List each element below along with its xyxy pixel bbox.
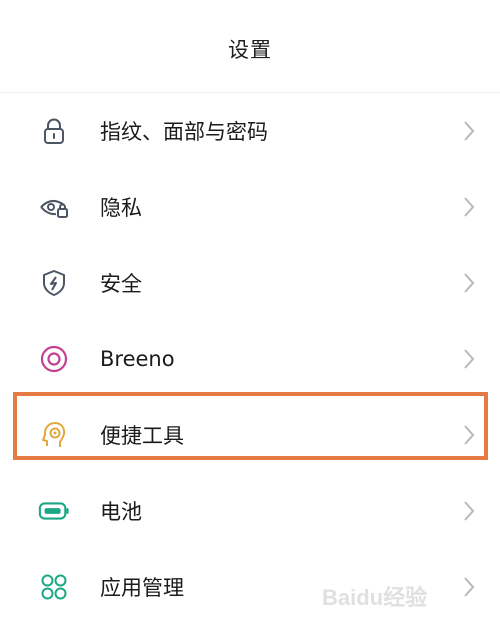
page-title: 设置 — [228, 38, 272, 62]
settings-item-safety[interactable]: 安全 — [0, 245, 500, 321]
svg-text:Baidu经验: Baidu经验 — [322, 585, 427, 610]
chevron-right-icon — [462, 271, 476, 295]
privacy-eye-icon — [38, 191, 70, 223]
lock-icon — [38, 115, 70, 147]
settings-item-label: 安全 — [100, 272, 142, 296]
breeno-icon — [38, 343, 70, 375]
chevron-right-icon — [462, 423, 476, 447]
apps-grid-icon — [38, 571, 70, 603]
settings-item-privacy[interactable]: 隐私 — [0, 169, 500, 245]
settings-item-label: 指纹、面部与密码 — [100, 120, 268, 144]
baidu-watermark-logo: Baidu经验 — [322, 585, 427, 610]
settings-screen: 设置 指纹、面部与密码 隐私 安全 Breeno 便捷工具 电池 应用管理 Ba… — [0, 0, 500, 614]
settings-item-label: 隐私 — [100, 196, 142, 220]
head-icon — [38, 419, 70, 451]
chevron-right-icon — [462, 119, 476, 143]
chevron-right-icon — [462, 347, 476, 371]
shield-icon — [38, 267, 70, 299]
settings-item-label: Breeno — [100, 347, 175, 371]
settings-item-security-password[interactable]: 指纹、面部与密码 — [0, 93, 500, 169]
settings-item-label: 电池 — [100, 500, 142, 524]
settings-item-battery[interactable]: 电池 — [0, 473, 500, 549]
settings-list: 指纹、面部与密码 隐私 安全 Breeno 便捷工具 电池 应用管理 — [0, 93, 500, 625]
settings-item-convenience-tools[interactable]: 便捷工具 — [0, 397, 500, 473]
settings-item-label: 应用管理 — [100, 576, 184, 600]
settings-item-breeno[interactable]: Breeno — [0, 321, 500, 397]
battery-icon — [38, 495, 70, 527]
chevron-right-icon — [462, 195, 476, 219]
chevron-right-icon — [462, 499, 476, 523]
settings-item-label: 便捷工具 — [100, 424, 184, 448]
header: 设置 — [0, 0, 500, 92]
